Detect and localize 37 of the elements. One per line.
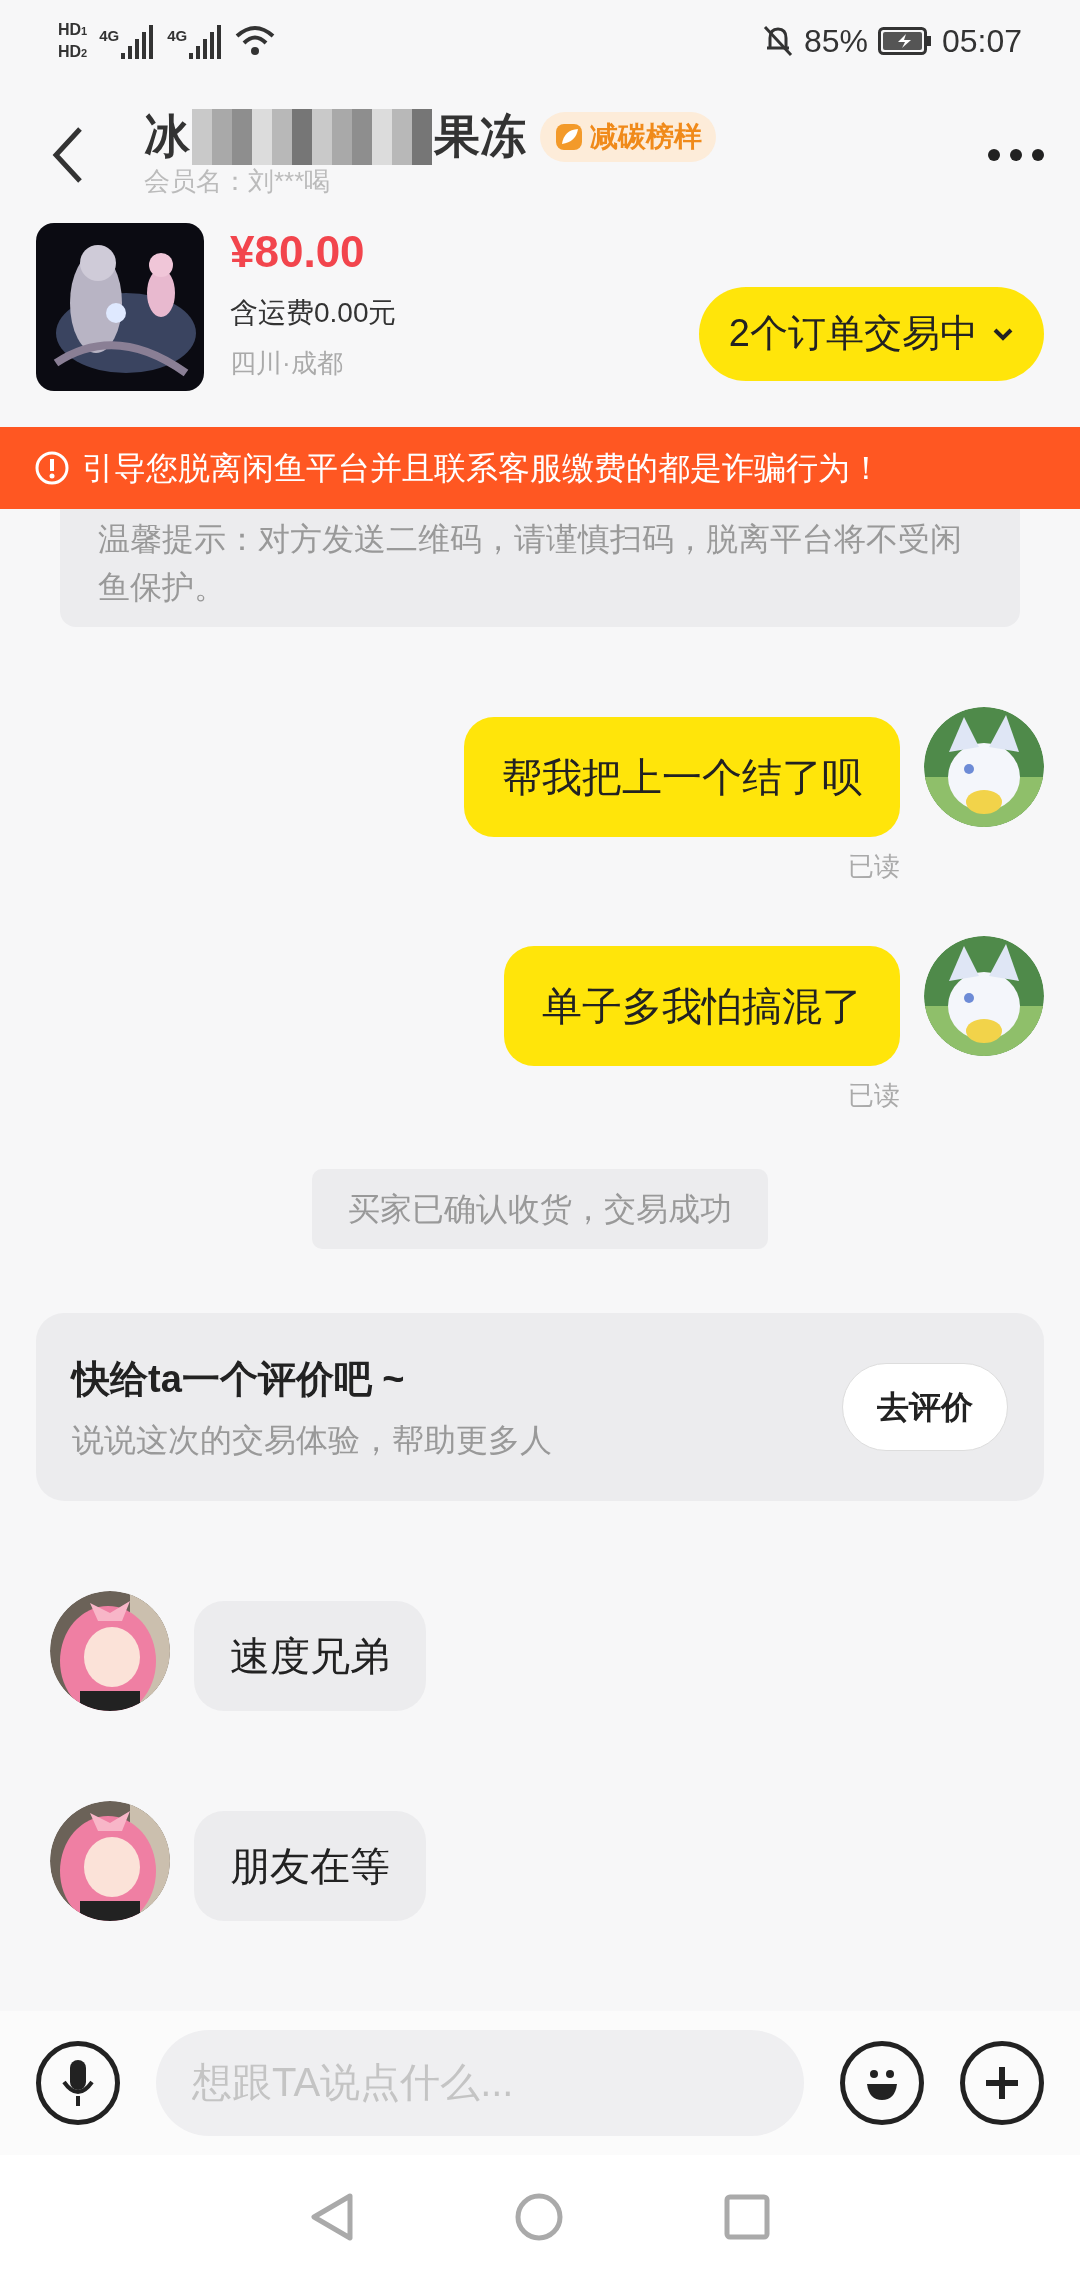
achievement-badge: 减碳榜样 — [540, 112, 716, 163]
safety-tip: 温馨提示：对方发送二维码，请谨慎扫码，脱离平台将不受闲鱼保护。 — [98, 520, 963, 608]
review-title: 快给ta一个评价吧 ~ — [72, 1356, 406, 1402]
network-label: 4G — [167, 28, 188, 44]
alert-icon — [34, 450, 70, 487]
voice-button[interactable] — [36, 2040, 120, 2125]
signal-icon — [121, 23, 156, 60]
battery-percent: 85% — [803, 22, 868, 62]
signal-icon — [189, 23, 224, 60]
message-bubble: 单子多我怕搞混了 — [504, 946, 900, 1067]
read-status: 已读 — [848, 850, 900, 884]
review-subtitle: 说说这次的交易体验，帮助更多人 — [72, 1420, 552, 1460]
review-button[interactable]: 去评价 — [842, 1363, 1008, 1452]
muted-bell-icon — [761, 24, 794, 59]
chevron-down-icon — [992, 326, 1014, 341]
chat-title: 冰 — [144, 109, 190, 165]
warning-text: 引导您脱离闲鱼平台并且联系客服缴费的都是诈骗行为！ — [82, 449, 882, 489]
clock: 05:07 — [941, 22, 1022, 62]
shipping-note: 含运费0.00元 — [230, 296, 398, 331]
message-bubble: 速度兄弟 — [194, 1601, 426, 1712]
location: 四川·成都 — [230, 347, 344, 381]
emoji-button[interactable] — [840, 2040, 924, 2125]
orders-dropdown[interactable]: 2个订单交易中 — [698, 286, 1044, 381]
message-bubble: 帮我把上一个结了呗 — [464, 717, 900, 838]
microphone-icon — [61, 2057, 95, 2108]
system-notice: 买家已确认收货，交易成功 — [312, 1169, 768, 1250]
chat-title: 果冻 — [434, 109, 526, 165]
add-button[interactable] — [960, 2040, 1044, 2125]
read-status: 已读 — [848, 1079, 900, 1113]
price: ¥80.00 — [230, 230, 366, 275]
battery-icon — [877, 27, 932, 56]
leaf-icon — [554, 122, 584, 153]
message-bubble: 朋友在等 — [194, 1811, 426, 1922]
network-label: 4G — [99, 28, 120, 44]
sim-label: HD2 — [58, 44, 88, 61]
sim-label: HD1 — [58, 22, 88, 39]
member-name: 会员名：刘***喝 — [144, 164, 332, 198]
